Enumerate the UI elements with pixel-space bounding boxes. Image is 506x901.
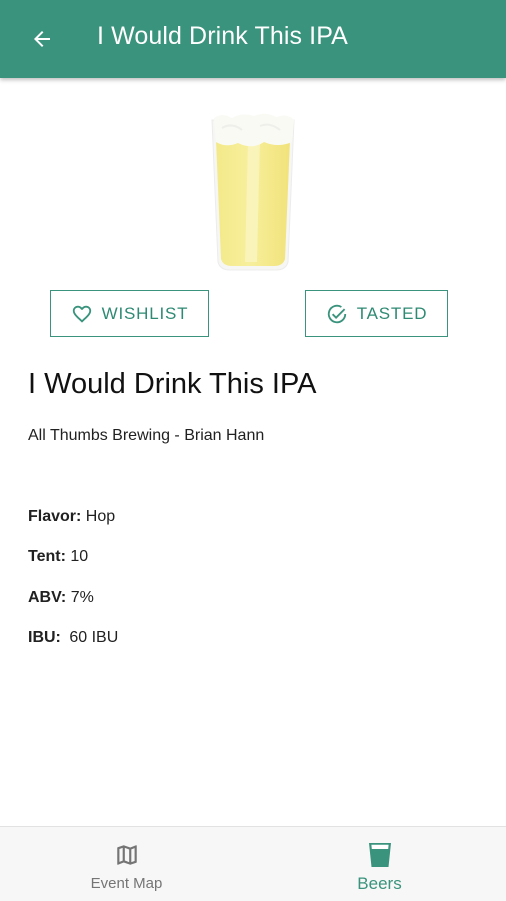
nav-label-beers: Beers: [357, 874, 402, 893]
nav-item-event-map[interactable]: Event Map: [0, 827, 253, 901]
beer-glass-icon: [368, 843, 391, 867]
beer-glass-image: [211, 113, 295, 271]
attribute-ibu: IBU: 60 IBU: [28, 629, 118, 647]
wishlist-label: WISHLIST: [101, 303, 189, 323]
tasted-label: TASTED: [356, 303, 428, 323]
attribute-label: Tent:: [28, 548, 66, 565]
map-icon: [116, 845, 137, 865]
brewer-name: All Thumbs Brewing - Brian Hann: [28, 427, 265, 444]
beer-name: I Would Drink This IPA: [28, 368, 317, 400]
back-button[interactable]: [26, 23, 58, 55]
app-bar: I Would Drink This IPA: [0, 0, 506, 78]
attribute-value: 7%: [70, 589, 94, 606]
attribute-abv: ABV: 7%: [28, 589, 94, 607]
nav-item-beers[interactable]: Beers: [253, 827, 506, 901]
heart-outline-icon: [72, 305, 91, 323]
app-bar-title: I Would Drink This IPA: [97, 22, 348, 50]
tasted-button[interactable]: TASTED: [305, 290, 448, 337]
bottom-navigation: Event Map Beers: [0, 826, 506, 901]
attribute-value: 60 IBU: [69, 629, 119, 646]
attribute-value: 10: [70, 548, 89, 565]
attribute-flavor: Flavor: Hop: [28, 508, 115, 526]
attribute-label: IBU:: [28, 629, 61, 646]
check-circle-outline-icon: [327, 304, 346, 323]
attribute-label: ABV:: [28, 589, 67, 606]
arrow-back-icon: [34, 31, 50, 47]
nav-label-event-map: Event Map: [90, 875, 163, 892]
attribute-value: Hop: [85, 508, 116, 525]
wishlist-button[interactable]: WISHLIST: [50, 290, 209, 337]
attribute-tent: Tent: 10: [28, 548, 88, 566]
attribute-label: Flavor:: [28, 508, 82, 525]
